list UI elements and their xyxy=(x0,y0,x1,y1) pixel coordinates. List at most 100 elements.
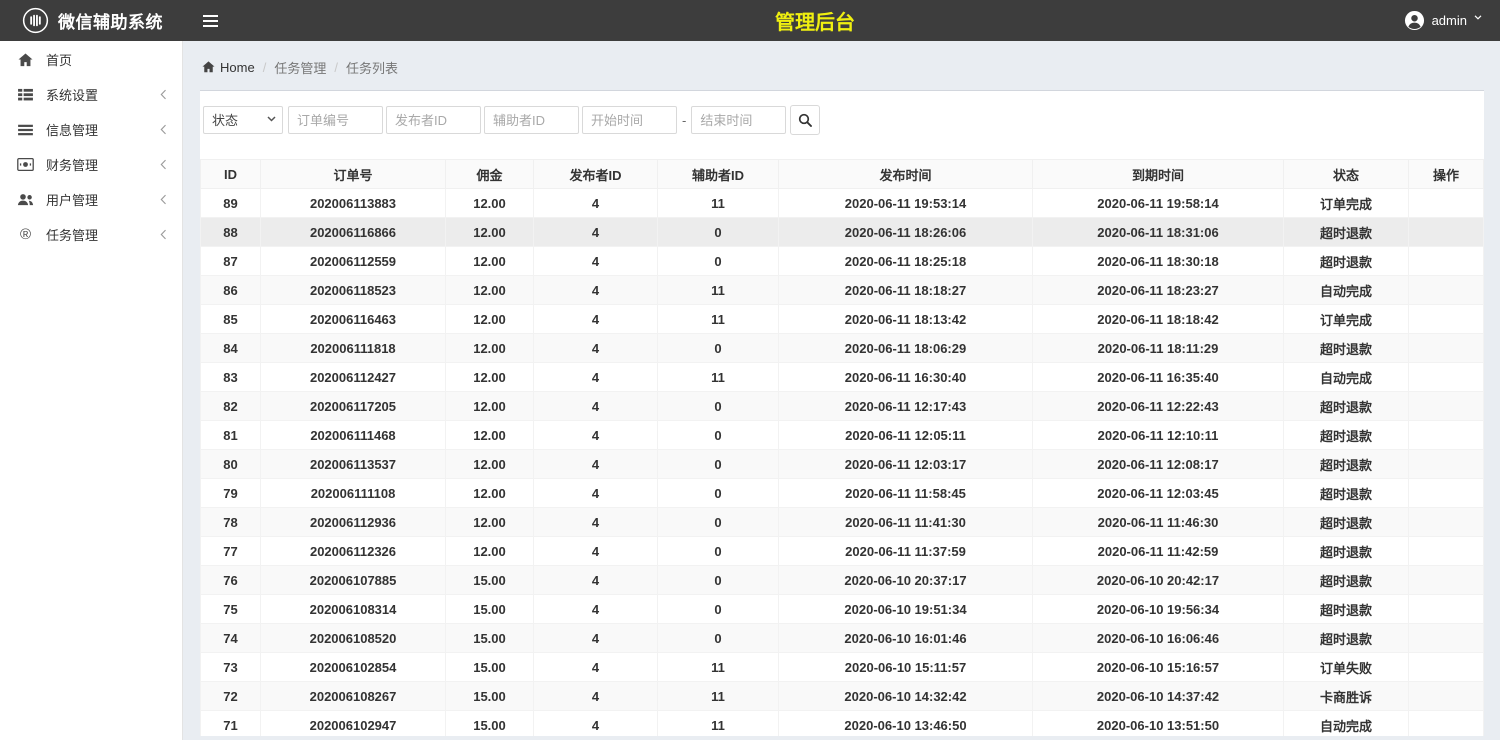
chevron-left-icon xyxy=(160,124,167,135)
table-cell: 超时退款 xyxy=(1284,624,1409,653)
page-title: 管理后台 xyxy=(775,6,855,35)
table-cell: 2020-06-11 16:30:40 xyxy=(779,363,1033,392)
table-cell: 0 xyxy=(658,218,779,247)
table-cell: 89 xyxy=(201,189,261,218)
table-cell: 12.00 xyxy=(446,276,534,305)
table-cell: 202006113537 xyxy=(261,450,446,479)
table-cell: 4 xyxy=(534,189,658,218)
table-cell: 202006111108 xyxy=(261,479,446,508)
table-cell: 12.00 xyxy=(446,450,534,479)
table-cell: 2020-06-11 18:31:06 xyxy=(1033,218,1284,247)
publisher-id-input[interactable] xyxy=(386,106,481,134)
table-row: 7320200610285415.004112020-06-10 15:11:5… xyxy=(201,653,1484,682)
table-row: 7620200610788515.00402020-06-10 20:37:17… xyxy=(201,566,1484,595)
column-header: 订单号 xyxy=(261,160,446,189)
app-brand[interactable]: 微信辅助系统 xyxy=(0,7,183,34)
users-icon xyxy=(16,193,35,206)
table-cell: 83 xyxy=(201,363,261,392)
table-cell xyxy=(1409,247,1484,276)
table-cell: 75 xyxy=(201,595,261,624)
search-button[interactable] xyxy=(790,105,820,135)
table-cell: 86 xyxy=(201,276,261,305)
table-cell: 76 xyxy=(201,566,261,595)
table-cell: 202006102854 xyxy=(261,653,446,682)
table-cell: 超时退款 xyxy=(1284,566,1409,595)
table-cell: 4 xyxy=(534,653,658,682)
table-cell: 超时退款 xyxy=(1284,537,1409,566)
table-cell: 自动完成 xyxy=(1284,363,1409,392)
table-cell: 71 xyxy=(201,711,261,737)
start-time-input[interactable] xyxy=(582,106,677,134)
table-cell: 0 xyxy=(658,421,779,450)
breadcrumb-item[interactable]: Home xyxy=(202,60,255,75)
top-bar: 微信辅助系统 管理后台 admin xyxy=(0,0,1500,41)
table-cell: 2020-06-11 18:13:42 xyxy=(779,305,1033,334)
table-cell: 202006118523 xyxy=(261,276,446,305)
table-cell: 12.00 xyxy=(446,421,534,450)
orders-table: ID订单号佣金发布者ID辅助者ID发布时间到期时间状态操作 89 20200611… xyxy=(200,159,1484,736)
table-row: 7120200610294715.004112020-06-10 13:46:5… xyxy=(201,711,1484,737)
table-cell: 0 xyxy=(658,624,779,653)
table-cell: 202006111818 xyxy=(261,334,446,363)
sidebar-item-info[interactable]: 信息管理 xyxy=(0,112,182,147)
table-cell: 0 xyxy=(658,566,779,595)
table-cell: 12.00 xyxy=(446,537,534,566)
user-menu[interactable]: admin xyxy=(1404,0,1482,41)
table-cell: 2020-06-10 15:11:57 xyxy=(779,653,1033,682)
table-cell: 11 xyxy=(658,363,779,392)
table-cell: 12.00 xyxy=(446,218,534,247)
sidebar-item-label: 财务管理 xyxy=(46,155,98,174)
end-time-input[interactable] xyxy=(691,106,786,134)
table-row: 8720200611255912.00402020-06-11 18:25:18… xyxy=(201,247,1484,276)
sidebar-item-finance[interactable]: 财务管理 xyxy=(0,147,182,182)
table-cell: 15.00 xyxy=(446,595,534,624)
table-cell: 自动完成 xyxy=(1284,276,1409,305)
table-cell: 202006112936 xyxy=(261,508,446,537)
table-cell: 4 xyxy=(534,711,658,737)
helper-id-input[interactable] xyxy=(484,106,579,134)
table-cell: 超时退款 xyxy=(1284,508,1409,537)
order-no-input[interactable] xyxy=(288,106,383,134)
table-cell: 15.00 xyxy=(446,566,534,595)
table-row: 8620200611852312.004112020-06-11 18:18:2… xyxy=(201,276,1484,305)
hamburger-icon[interactable] xyxy=(197,9,224,33)
column-header: 状态 xyxy=(1284,160,1409,189)
sidebar-item-users[interactable]: 用户管理 xyxy=(0,182,182,217)
sidebar-item-home[interactable]: 首页 xyxy=(0,42,182,77)
table-cell: 15.00 xyxy=(446,711,534,737)
table-cell: 0 xyxy=(658,479,779,508)
table-cell: 2020-06-10 13:51:50 xyxy=(1033,711,1284,737)
table-cell: 12.00 xyxy=(446,305,534,334)
table-cell: 2020-06-11 12:03:17 xyxy=(779,450,1033,479)
column-header: ID xyxy=(201,160,261,189)
table-cell: 超时退款 xyxy=(1284,334,1409,363)
table-cell: 2020-06-10 15:16:57 xyxy=(1033,653,1284,682)
sidebar-item-tasks[interactable]: ® 任务管理 xyxy=(0,217,182,252)
table-cell: 2020-06-11 11:58:45 xyxy=(779,479,1033,508)
table-cell: 0 xyxy=(658,595,779,624)
table-cell xyxy=(1409,363,1484,392)
table-cell xyxy=(1409,537,1484,566)
table-cell: 15.00 xyxy=(446,682,534,711)
table-cell: 11 xyxy=(658,711,779,737)
table-cell: 74 xyxy=(201,624,261,653)
table-cell: 4 xyxy=(534,218,658,247)
chevron-left-icon xyxy=(160,89,167,100)
sidebar-item-label: 用户管理 xyxy=(46,190,98,209)
table-cell: 2020-06-11 12:22:43 xyxy=(1033,392,1284,421)
breadcrumb-item[interactable]: 任务管理 xyxy=(274,58,326,77)
table-cell: 0 xyxy=(658,334,779,363)
table-cell: 12.00 xyxy=(446,363,534,392)
table-cell: 12.00 xyxy=(446,247,534,276)
sidebar-nav: 首页 系统设置 信息管理 财务管理 用户管理 ® 任务管理 xyxy=(0,42,182,252)
table-cell: 2020-06-11 18:06:29 xyxy=(779,334,1033,363)
table-cell: 超时退款 xyxy=(1284,218,1409,247)
status-select[interactable]: 状态 xyxy=(203,106,283,134)
table-cell xyxy=(1409,421,1484,450)
sidebar-item-system[interactable]: 系统设置 xyxy=(0,77,182,112)
table-cell: 4 xyxy=(534,305,658,334)
chevron-down-icon xyxy=(1474,15,1482,20)
table-row: 8220200611720512.00402020-06-11 12:17:43… xyxy=(201,392,1484,421)
table-header: ID订单号佣金发布者ID辅助者ID发布时间到期时间状态操作 xyxy=(201,160,1484,189)
table-cell: 72 xyxy=(201,682,261,711)
